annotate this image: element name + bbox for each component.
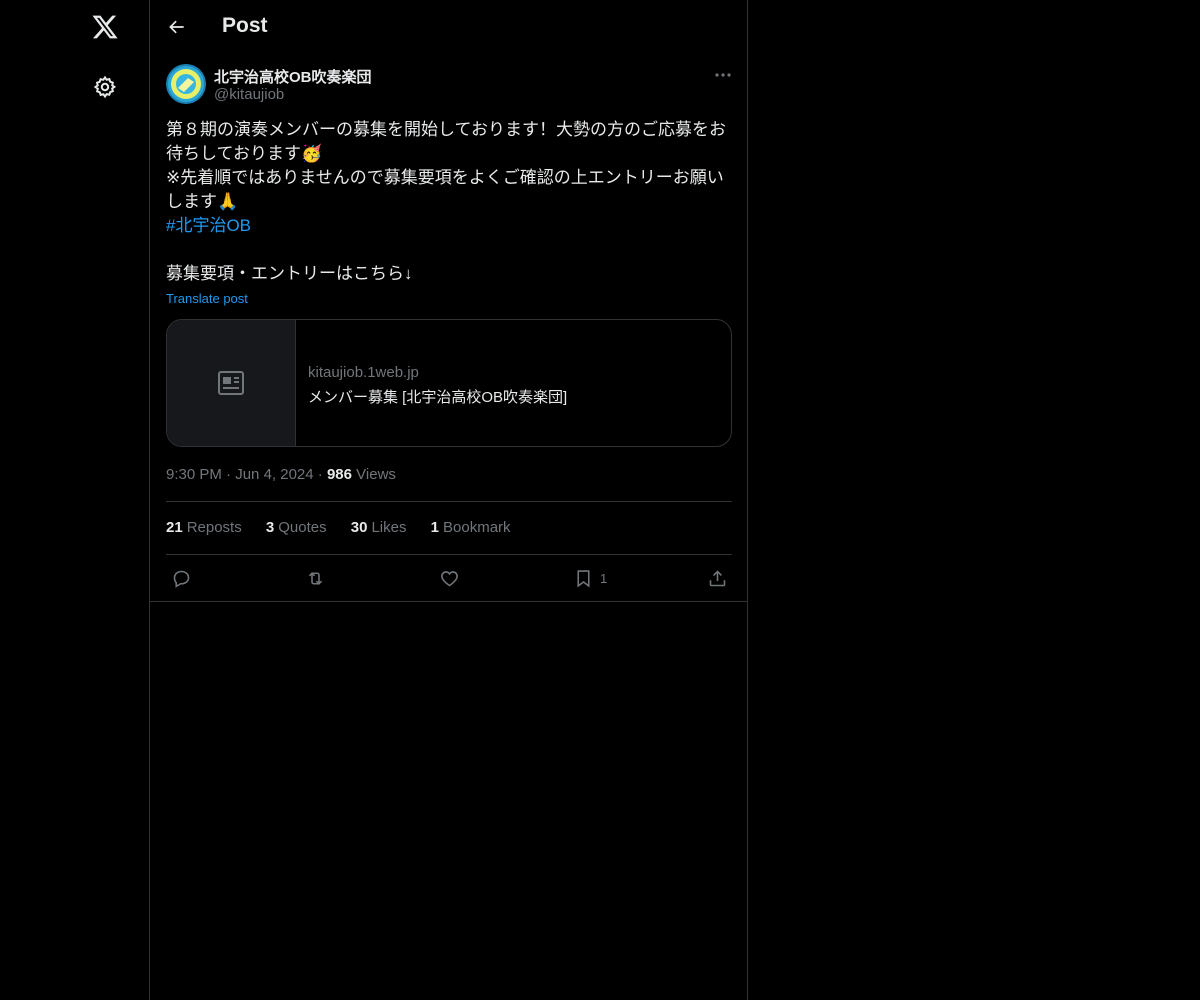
author-handle[interactable]: @kitaujiob [214, 86, 284, 103]
post-line: 待ちしております🥳 [166, 144, 323, 163]
reply-icon [173, 570, 190, 588]
repost-icon [308, 571, 323, 585]
more-options-icon[interactable] [710, 64, 736, 86]
article-icon [167, 320, 296, 446]
hashtag-link[interactable]: #北宇治OB [166, 214, 734, 238]
page-title: Post [222, 14, 268, 37]
views-count: 986 [326, 466, 352, 483]
reposts-stat[interactable]: 21 Reposts [166, 519, 242, 536]
bookmarks-label: Bookmark [443, 519, 511, 536]
main-column: Post 北宇治高校OB吹奏楽団 @kitaujiob 第８期の演奏メンバーの募… [149, 0, 748, 1000]
avatar[interactable] [166, 64, 206, 104]
bookmark-icon [577, 569, 590, 588]
like-button[interactable] [439, 566, 460, 590]
post-line: ※先着順ではありませんので募集要項をよくご確認の上エントリーお願い [166, 168, 724, 187]
card-domain: kitaujiob.1web.jp [308, 364, 419, 381]
author-name[interactable]: 北宇治高校OB吹奏楽団 [214, 66, 372, 87]
reply-button[interactable] [171, 566, 192, 590]
bookmark-button[interactable]: 1 [573, 566, 607, 590]
link-card[interactable]: kitaujiob.1web.jp メンバー募集 [北宇治高校OB吹奏楽団] [166, 319, 732, 447]
divider [166, 501, 732, 502]
page-header: Post [150, 0, 747, 54]
post-line: します🙏 [166, 192, 239, 211]
likes-count: 30 [350, 519, 368, 536]
heart-icon [441, 570, 458, 586]
separator-dot: · [317, 466, 327, 483]
post-text: 第８期の演奏メンバーの募集を開始しております！大勢の方のご応募をお 待ちしており… [166, 118, 734, 286]
likes-label: Likes [371, 519, 407, 536]
separator-dot: · [226, 466, 236, 483]
post-line: 第８期の演奏メンバーの募集を開始しております！大勢の方のご応募をお [166, 120, 726, 139]
reposts-label: Reposts [186, 519, 242, 536]
post-date[interactable]: Jun 4, 2024 [235, 466, 313, 483]
quotes-label: Quotes [278, 519, 327, 536]
views-label: Views [356, 466, 396, 483]
bookmarks-count: 1 [430, 519, 440, 536]
post-meta: 9:30 PM · Jun 4, 2024 · 986 Views [166, 466, 396, 483]
post-stats: 21 Reposts 3 Quotes 30 Likes 1 Bookmark [166, 519, 531, 536]
likes-stat[interactable]: 30 Likes [351, 519, 407, 536]
gear-icon[interactable] [88, 70, 122, 104]
share-button[interactable] [707, 566, 728, 590]
reposts-count: 21 [166, 519, 183, 536]
quotes-stat[interactable]: 3 Quotes [266, 519, 327, 536]
repost-button[interactable] [305, 566, 326, 590]
card-title: メンバー募集 [北宇治高校OB吹奏楽団] [308, 389, 568, 406]
x-logo-icon[interactable] [88, 10, 122, 44]
action-bar: 1 [150, 555, 747, 602]
post-time[interactable]: 9:30 PM [166, 466, 222, 483]
translate-post-link[interactable]: Translate post [166, 291, 248, 306]
left-nav [0, 0, 149, 1000]
bookmark-count: 1 [600, 570, 608, 586]
share-icon [709, 569, 726, 586]
bookmarks-stat[interactable]: 1 Bookmark [431, 519, 511, 536]
back-arrow-icon[interactable] [164, 14, 190, 40]
post-line: 募集要項・エントリーはこちら↓ [166, 264, 413, 283]
quotes-count: 3 [265, 519, 275, 536]
